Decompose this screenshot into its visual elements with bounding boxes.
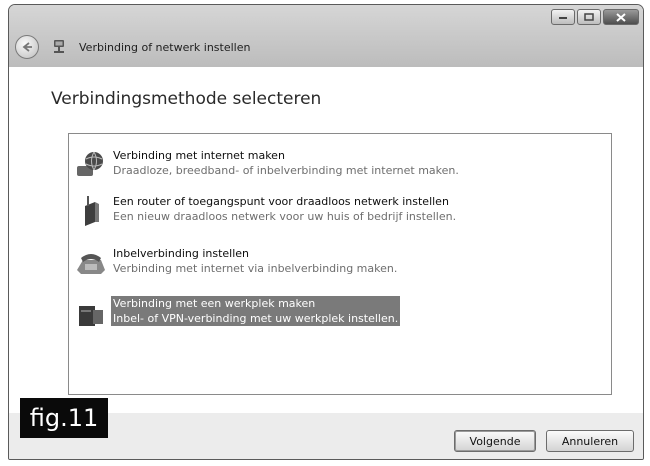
option-title: Verbinding met een werkplek maken — [113, 297, 316, 310]
phone-modem-icon — [77, 254, 105, 274]
option-internet[interactable]: Verbinding met internet maken Draadloze,… — [73, 146, 459, 182]
option-description: Een nieuw draadloos netwerk voor uw huis… — [113, 210, 457, 223]
option-title: Een router of toegangspunt voor draadloo… — [113, 195, 449, 208]
wireless-router-icon — [85, 196, 99, 226]
page-title: Verbindingsmethode selecteren — [51, 89, 322, 109]
option-dialup[interactable]: Inbelverbinding instellen Verbinding met… — [73, 244, 403, 280]
wizard-window: Verbinding of netwerk instellen Verbindi… — [8, 4, 644, 460]
back-button[interactable] — [15, 35, 39, 59]
option-texts: Inbelverbinding instellen Verbinding met… — [113, 246, 397, 276]
option-texts: Verbinding met een werkplek maken Inbel-… — [111, 296, 401, 326]
back-arrow-icon — [22, 42, 32, 52]
minimize-button[interactable] — [551, 9, 575, 25]
cancel-button[interactable]: Annuleren — [546, 430, 634, 452]
caption-buttons — [551, 9, 639, 25]
window-title: Verbinding of netwerk instellen — [79, 41, 251, 54]
close-icon — [616, 12, 626, 22]
next-button[interactable]: Volgende — [454, 430, 536, 452]
close-button[interactable] — [603, 9, 639, 25]
option-workplace[interactable]: Verbinding met een werkplek maken Inbel-… — [73, 294, 403, 330]
maximize-button[interactable] — [577, 9, 601, 25]
option-title: Inbelverbinding instellen — [113, 247, 250, 260]
option-wireless-router[interactable]: Een router of toegangspunt voor draadloo… — [73, 192, 456, 228]
option-texts: Verbinding met internet maken Draadloze,… — [113, 148, 459, 178]
option-texts: Een router of toegangspunt voor draadloo… — [113, 194, 456, 224]
workplace-icon — [79, 306, 103, 326]
option-description: Inbel- of VPN-verbinding met uw werkplek… — [113, 312, 399, 325]
wizard-content: Verbindingsmethode selecteren Verbinding… — [9, 67, 643, 413]
option-title: Verbinding met internet maken — [113, 149, 285, 162]
globe-network-icon — [77, 151, 103, 176]
option-description: Draadloze, breedband- of inbelverbinding… — [113, 164, 459, 177]
title-bar: Verbinding of netwerk instellen — [9, 5, 643, 67]
network-setup-icon — [54, 40, 64, 53]
option-description: Verbinding met internet via inbelverbind… — [113, 262, 398, 275]
minimize-icon — [559, 17, 567, 19]
maximize-icon — [584, 13, 594, 21]
connection-options-list: Verbinding met internet maken Draadloze,… — [68, 133, 612, 395]
figure-label: fig.11 — [20, 398, 108, 438]
